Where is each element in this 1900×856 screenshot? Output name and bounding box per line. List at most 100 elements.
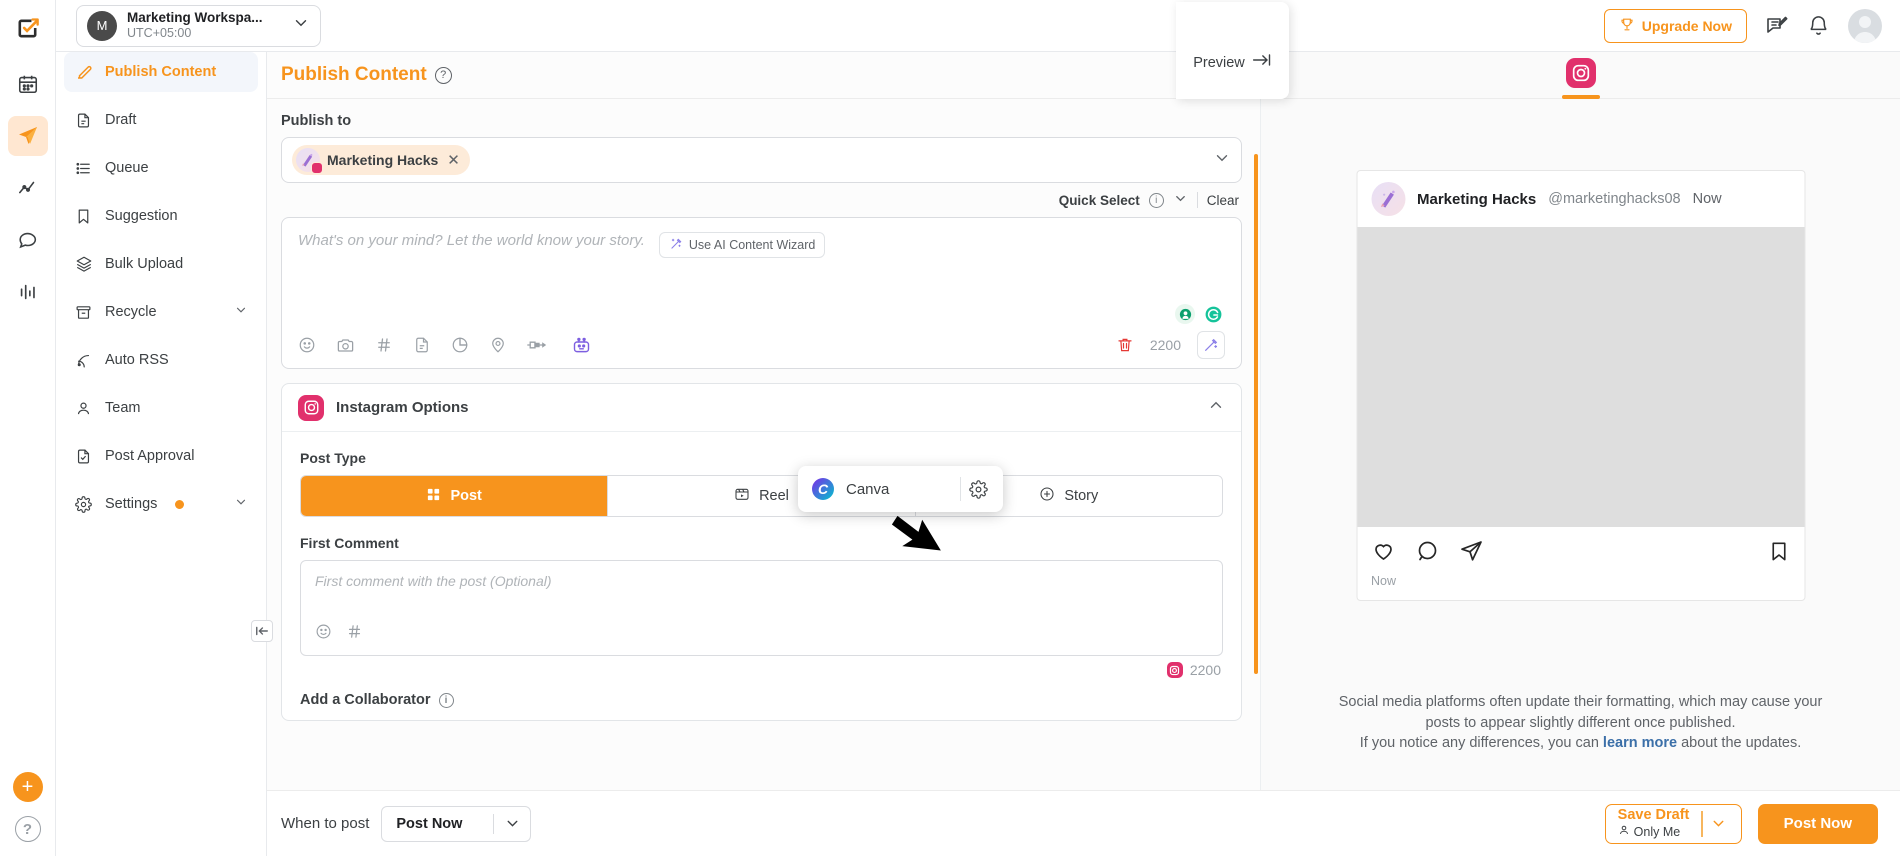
first-comment-label: First Comment [300, 535, 399, 551]
hashtag-icon[interactable] [346, 623, 363, 645]
add-button[interactable]: + [12, 772, 43, 802]
collapse-sidebar-handle[interactable] [251, 620, 273, 642]
close-icon[interactable]: ✕ [447, 151, 460, 169]
magic-wand-button[interactable] [1197, 331, 1225, 359]
chevron-down-icon[interactable] [234, 303, 248, 321]
upgrade-now-button[interactable]: Upgrade Now [1603, 8, 1747, 43]
sidebar-item-settings[interactable]: Settings [64, 484, 258, 524]
quick-select-label[interactable]: Quick Select [1059, 193, 1140, 208]
chevron-down-icon[interactable] [1173, 191, 1188, 209]
person-icon [1618, 824, 1630, 839]
post-type-label-reel: Reel [759, 488, 789, 504]
save-draft-button[interactable]: Save Draft Only Me [1604, 803, 1742, 844]
disclaimer-line-1: Social media platforms often update thei… [1338, 694, 1823, 710]
app-root: + ? Publish Content Draft Queue Suggesti… [0, 0, 1900, 856]
instagram-options-header[interactable]: Instagram Options [282, 384, 1241, 432]
rail-item-calendar[interactable] [8, 64, 48, 104]
bot-icon[interactable] [571, 335, 592, 356]
chevron-down-icon[interactable] [292, 14, 310, 37]
sidebar-item-auto-rss[interactable]: Auto RSS [64, 340, 258, 380]
page-title: Publish Content [281, 64, 427, 85]
ai-content-wizard-button[interactable]: Use AI Content Wizard [658, 232, 826, 258]
comment-icon[interactable] [1415, 539, 1439, 568]
instagram-icon [1166, 662, 1183, 678]
chevron-down-icon[interactable] [1703, 815, 1735, 832]
canva-label[interactable]: Canva [846, 481, 889, 498]
share-icon[interactable] [1459, 539, 1483, 568]
person-icon [74, 399, 93, 418]
help-icon[interactable]: ? [14, 816, 41, 842]
preview-tabbar: Preview [1176, 2, 1900, 99]
rail-item-publish[interactable] [7, 116, 48, 156]
composer[interactable]: What's on your mind? Let the world know … [281, 217, 1242, 369]
preview-tab-instagram[interactable] [1561, 58, 1600, 99]
emoji-reaction-icon[interactable] [1175, 304, 1195, 324]
bookmark-icon[interactable] [1767, 540, 1790, 568]
add-collaborator-row: Add a Collaborator i [300, 692, 1223, 708]
when-to-post-select[interactable]: Post Now [381, 805, 532, 842]
publish-to-field[interactable]: Marketing Hacks ✕ [281, 137, 1242, 183]
sidebar-label: Settings [105, 496, 158, 512]
bottom-right-group: Save Draft Only Me Post Now [1604, 803, 1878, 844]
user-avatar[interactable] [1848, 8, 1882, 43]
sidebar-item-bulk-upload[interactable]: Bulk Upload [64, 244, 258, 284]
poll-icon[interactable] [451, 336, 469, 354]
post-preview-handle: @marketinghacks08 [1548, 191, 1681, 207]
first-comment-field[interactable]: First comment with the post (Optional) [300, 560, 1223, 656]
sidebar-item-draft[interactable]: Draft [64, 100, 258, 140]
post-now-button[interactable]: Post Now [1757, 803, 1878, 844]
gear-icon[interactable] [961, 479, 995, 499]
hashtag-icon[interactable] [375, 336, 393, 354]
sidebar-item-publish-content[interactable]: Publish Content [64, 52, 258, 92]
sidebar-label: Queue [105, 160, 149, 176]
chevron-down-icon[interactable] [234, 495, 248, 513]
rail-item-reports[interactable] [8, 272, 48, 312]
info-icon[interactable]: i [438, 692, 454, 708]
heart-icon[interactable] [1371, 539, 1395, 568]
location-icon[interactable] [489, 336, 507, 354]
editor-scrollbar[interactable] [1254, 154, 1258, 674]
info-icon[interactable]: i [1148, 192, 1164, 208]
avatar [1371, 182, 1405, 216]
arrow-right-icon [1252, 53, 1272, 71]
trash-icon[interactable] [1116, 336, 1134, 354]
rail-item-analytics[interactable] [8, 168, 48, 208]
post-type-label-post: Post [450, 488, 482, 504]
chevron-down-icon[interactable] [494, 815, 530, 832]
feedback-icon[interactable] [1765, 14, 1789, 38]
workspace-selector[interactable]: M Marketing Workspa... UTC+05:00 [76, 4, 321, 47]
post-preview-header: Marketing Hacks @marketinghacks08 Now [1357, 171, 1804, 227]
template-icon[interactable] [413, 336, 431, 354]
question-icon[interactable]: ? [434, 66, 452, 84]
preview-toggle-button[interactable]: Preview [1176, 2, 1289, 99]
sidebar-item-recycle[interactable]: Recycle [64, 292, 258, 332]
emoji-icon[interactable] [315, 623, 332, 645]
emoji-icon[interactable] [298, 336, 316, 354]
rail-item-engage[interactable] [8, 220, 48, 260]
chevron-down-icon[interactable] [1213, 149, 1231, 172]
first-comment-count-row: 2200 [300, 662, 1223, 678]
content-area: Publish Content ? Publish to Marketing H… [267, 2, 1900, 856]
camera-icon[interactable] [336, 336, 355, 355]
clear-button[interactable]: Clear [1207, 193, 1239, 208]
sidebar-item-suggestion[interactable]: Suggestion [64, 196, 258, 236]
file-check-icon [74, 447, 93, 466]
composer-top: What's on your mind? Let the world know … [282, 218, 1241, 258]
workspace-timezone: UTC+05:00 [127, 26, 192, 41]
plug-icon[interactable] [527, 336, 551, 354]
save-draft-visibility: Only Me [1618, 824, 1690, 839]
learn-more-link[interactable]: learn more [1603, 735, 1677, 751]
trophy-icon [1619, 16, 1635, 36]
post-preview-actions [1357, 527, 1804, 574]
sidebar-item-queue[interactable]: Queue [64, 148, 258, 188]
sidebar-item-post-approval[interactable]: Post Approval [64, 436, 258, 476]
chevron-up-icon[interactable] [1207, 396, 1225, 419]
plus-circle-icon [1039, 486, 1055, 506]
page-header: Publish Content ? [267, 52, 1260, 99]
preview-label: Preview [1193, 55, 1245, 71]
post-type-tab-post[interactable]: Post [301, 476, 609, 516]
app-logo[interactable] [8, 8, 48, 48]
sidebar-item-team[interactable]: Team [64, 388, 258, 428]
bell-icon[interactable] [1807, 14, 1830, 37]
grammarly-icon[interactable] [1203, 304, 1223, 324]
